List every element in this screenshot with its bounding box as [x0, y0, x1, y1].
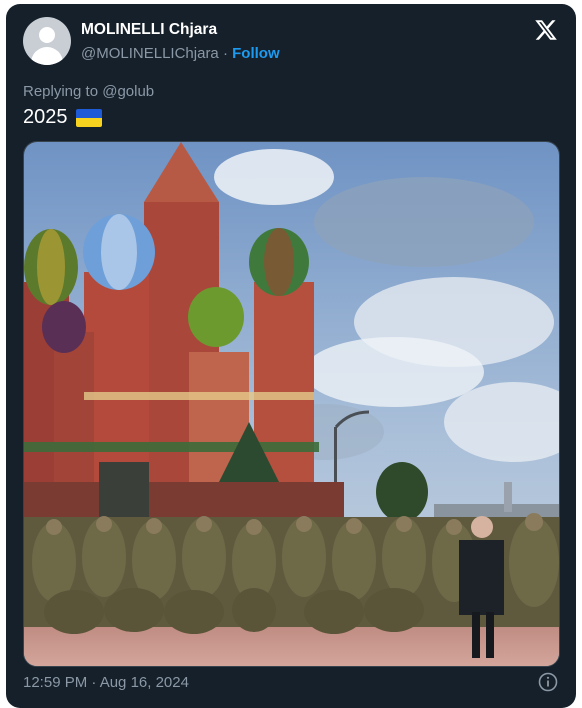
tweet-timestamp[interactable]: 12:59 PM · Aug 16, 2024 — [23, 674, 189, 691]
info-icon[interactable] — [538, 672, 558, 692]
author-handle[interactable]: @MOLINELLIChjara — [81, 45, 219, 62]
author-display-name[interactable]: MOLINELLI Chjara — [81, 21, 217, 39]
follow-button[interactable]: Follow — [232, 45, 280, 62]
author-handle-line: @MOLINELLIChjara · Follow — [81, 45, 280, 62]
tweet-card: MOLINELLI Chjara @MOLINELLIChjara · Foll… — [6, 4, 576, 708]
avatar-body-shape — [31, 47, 63, 65]
photo-illustration — [24, 142, 559, 666]
x-logo-icon[interactable] — [534, 18, 558, 42]
replying-to-text[interactable]: Replying to @golub — [23, 83, 154, 100]
handle-separator: · — [218, 45, 233, 62]
tweet-text-line: 2025 — [23, 106, 102, 129]
avatar-head-shape — [39, 27, 55, 43]
tweet-body: 2025 — [23, 106, 68, 128]
avatar[interactable] — [23, 17, 71, 65]
ukraine-flag-emoji — [75, 108, 102, 127]
tweet-photo[interactable] — [23, 141, 560, 667]
